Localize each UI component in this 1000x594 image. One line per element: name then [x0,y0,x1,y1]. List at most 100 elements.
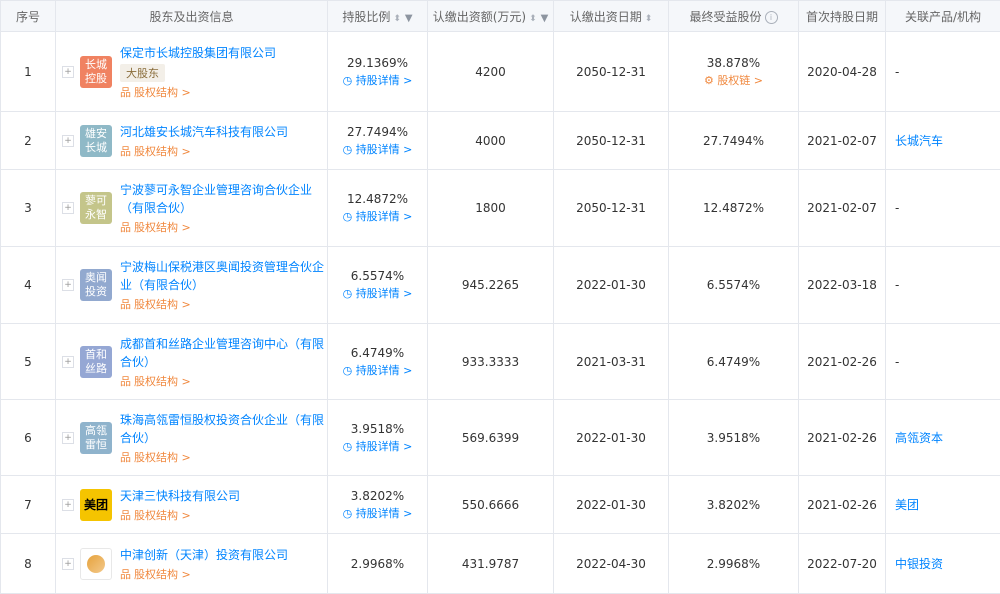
shareholder-name[interactable]: 成都首和丝路企业管理咨询中心（有限合伙） [120,335,327,371]
info-icon[interactable]: i [765,11,778,24]
shareholder-name[interactable]: 宁波梅山保税港区奥闻投资管理合伙企业（有限合伙） [120,258,327,294]
related-value: - [895,65,899,79]
related-value[interactable]: 高瓴资本 [895,431,943,445]
holding-detail-label: 持股详情 > [356,364,413,377]
shareholder-name[interactable]: 珠海高瓴雷恒股权投资合伙企业（有限合伙） [120,411,327,447]
header-seq: 序号 [1,1,56,32]
first-date-value: 2021-02-26 [807,431,877,445]
logo-text-line: 永智 [83,208,109,222]
shareholder-cell: + 美团天津三快科技有限公司品股权结构 > [56,476,328,534]
shareholder-cell: + 长城控股保定市长城控股集团有限公司大股东品股权结构 > [56,32,328,112]
sort-icon[interactable]: ⬍ [645,14,653,24]
header-date[interactable]: 认缴出资日期⬍ [554,1,669,32]
company-logo: 美团 [80,489,112,521]
sort-icon[interactable]: ⬍ [529,14,537,24]
table-header: 序号 股东及出资信息 持股比例⬍▼ 认缴出资额(万元)⬍▼ 认缴出资日期⬍ 最终… [1,1,1000,32]
shareholder-info: +雄安长城河北雄安长城汽车科技有限公司品股权结构 > [56,123,327,159]
equity-chain-link[interactable]: ⚙ 股权链 > [669,72,798,88]
holding-detail-label: 持股详情 > [356,74,413,87]
shareholder-name[interactable]: 河北雄安长城汽车科技有限公司 [120,123,288,141]
expand-icon[interactable]: + [62,499,74,511]
holding-detail-link[interactable]: ◷ 持股详情 > [328,362,427,378]
first-date-value: 2021-02-07 [807,201,877,215]
logo-text: 长城控股 [83,58,109,86]
logo-text-line: 美团 [83,498,109,512]
expand-icon[interactable]: + [62,432,74,444]
ratio-cell: 6.5574%◷ 持股详情 > [328,247,428,324]
seq-cell: 3 [1,170,56,247]
table-row: 2+雄安长城河北雄安长城汽车科技有限公司品股权结构 >27.7494%◷ 持股详… [1,112,1000,170]
seq-number: 7 [24,498,32,512]
shareholder-name[interactable]: 保定市长城控股集团有限公司 [120,44,276,62]
filter-icon[interactable]: ▼ [541,13,549,24]
final-cell: 38.878% ⚙ 股权链 > [669,32,799,112]
date-value: 2050-12-31 [576,201,646,215]
equity-structure-label: 股权结构 > [134,373,191,389]
structure-icon: 品 [120,219,131,235]
equity-structure-label: 股权结构 > [134,84,191,100]
equity-structure-link[interactable]: 品股权结构 > [120,507,240,523]
related-cell: 高瓴资本 [886,400,1000,476]
equity-structure-link[interactable]: 品股权结构 > [120,373,327,389]
structure-icon: 品 [120,373,131,389]
holding-detail-link[interactable]: ◷ 持股详情 > [328,72,427,88]
expand-icon[interactable]: + [62,356,74,368]
holding-detail-label: 持股详情 > [356,287,413,300]
sort-icon[interactable]: ⬍ [393,14,401,24]
shareholder-cell: +蓼可永智宁波蓼可永智企业管理咨询合伙企业（有限合伙）品股权结构 > [56,170,328,247]
expand-icon[interactable]: + [62,135,74,147]
logo-text: 美团 [83,498,109,512]
holding-detail-link[interactable]: ◷ 持股详情 > [328,208,427,224]
holding-detail-link[interactable]: ◷ 持股详情 > [328,438,427,454]
holding-detail-link[interactable]: ◷ 持股详情 > [328,285,427,301]
shareholder-name[interactable]: 宁波蓼可永智企业管理咨询合伙企业（有限合伙） [120,181,327,217]
header-ratio[interactable]: 持股比例⬍▼ [328,1,428,32]
table-row: 3+蓼可永智宁波蓼可永智企业管理咨询合伙企业（有限合伙）品股权结构 >12.48… [1,170,1000,247]
final-value: 3.9518% [669,431,798,445]
related-value[interactable]: 长城汽车 [895,134,943,148]
expand-icon[interactable]: + [62,202,74,214]
holding-detail-link[interactable]: ◷ 持股详情 > [328,141,427,157]
major-shareholder-badge: 大股东 [120,64,165,82]
clock-icon: ◷ [343,143,356,156]
equity-structure-link[interactable]: 品股权结构 > [120,143,288,159]
equity-chain-label: 股权链 > [717,74,763,87]
ratio-value: 3.9518% [328,422,427,436]
logo-text-line: 控股 [83,72,109,86]
header-amount[interactable]: 认缴出资额(万元)⬍▼ [428,1,554,32]
related-cell: - [886,324,1000,400]
equity-structure-link[interactable]: 品股权结构 > [120,84,276,100]
structure-icon: 品 [120,566,131,582]
equity-structure-label: 股权结构 > [134,219,191,235]
equity-structure-label: 股权结构 > [134,296,191,312]
filter-icon[interactable]: ▼ [405,13,413,24]
ratio-value: 27.7494% [328,125,427,139]
related-value[interactable]: 中银投资 [895,557,943,571]
equity-structure-link[interactable]: 品股权结构 > [120,566,288,582]
equity-structure-link[interactable]: 品股权结构 > [120,449,327,465]
date-value: 2022-01-30 [576,278,646,292]
expand-icon[interactable]: + [62,66,74,78]
related-value[interactable]: 美团 [895,498,919,512]
header-shareholder: 股东及出资信息 [56,1,328,32]
date-cell: 2022-01-30 [554,247,669,324]
final-cell: 3.9518% [669,400,799,476]
shareholder-name[interactable]: 中津创新（天津）投资有限公司 [120,546,288,564]
shareholder-details: 天津三快科技有限公司品股权结构 > [120,487,240,523]
shareholder-name[interactable]: 天津三快科技有限公司 [120,487,240,505]
shareholder-details: 宁波梅山保税港区奥闻投资管理合伙企业（有限合伙） 品股权结构 > [120,258,327,312]
ratio-value: 29.1369% [328,56,427,70]
expand-icon[interactable]: + [62,279,74,291]
holding-detail-label: 持股详情 > [356,210,413,223]
related-value: - [895,201,899,215]
final-cell: 6.5574% [669,247,799,324]
ratio-cell: 12.4872%◷ 持股详情 > [328,170,428,247]
shareholder-info: + 美团天津三快科技有限公司品股权结构 > [56,487,327,523]
first-date-cell: 2022-07-20 [799,534,886,594]
equity-structure-link[interactable]: 品股权结构 > [120,219,327,235]
expand-icon[interactable]: + [62,558,74,570]
amount-cell: 1800 [428,170,554,247]
equity-structure-link[interactable]: 品股权结构 > [120,296,327,312]
holding-detail-link[interactable]: ◷ 持股详情 > [328,505,427,521]
final-value: 38.878% [669,56,798,70]
